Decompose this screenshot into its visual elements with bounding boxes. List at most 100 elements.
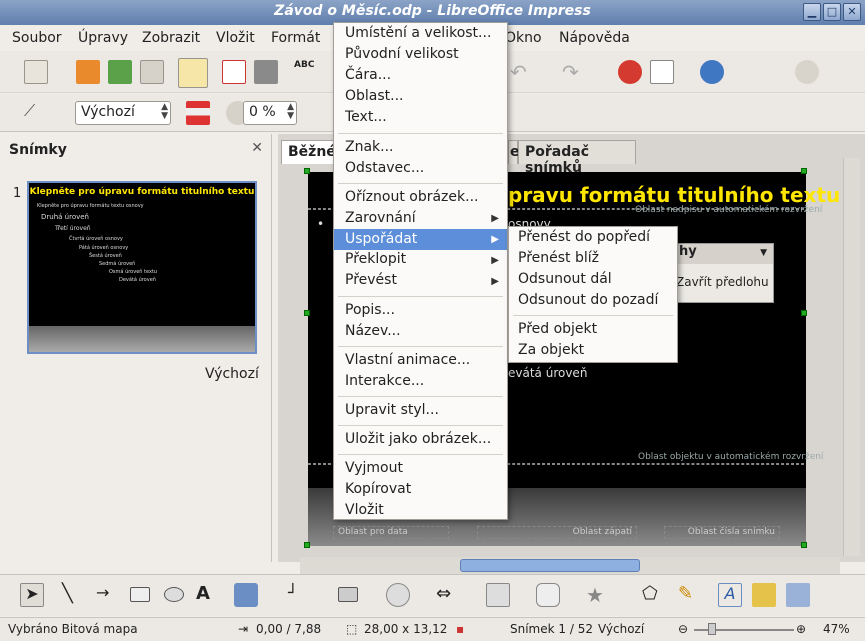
zoom-in-icon[interactable]: ⊕	[796, 622, 806, 636]
menu-convert[interactable]: Převést	[345, 272, 397, 288]
line-tool-icon[interactable]: ╲	[62, 583, 86, 607]
menu-bring-to-front[interactable]: Přenést do popředí	[518, 229, 650, 245]
export-pdf-icon[interactable]	[222, 60, 246, 84]
arrow-line-icon[interactable]: →	[96, 583, 120, 607]
ellipse-icon[interactable]	[164, 587, 184, 602]
menu-upravy[interactable]: Úpravy	[78, 30, 128, 46]
slide-thumbnail[interactable]: Klepněte pro úpravu formátu titulního te…	[27, 181, 257, 354]
menu-area[interactable]: Oblast...	[345, 88, 404, 104]
menu-edit-style[interactable]: Upravit styl...	[345, 402, 439, 418]
fontwork-icon[interactable]: A	[718, 583, 742, 607]
menu-name[interactable]: Název...	[345, 323, 401, 339]
menu-copy[interactable]: Kopírovat	[345, 481, 411, 497]
undo-icon[interactable]: ↶	[510, 60, 534, 84]
menu-text[interactable]: Text...	[345, 109, 387, 125]
menu-send-backward[interactable]: Odsunout dál	[518, 271, 612, 287]
style-combo[interactable]: Výchozí ▲ ▼	[75, 101, 171, 125]
points-icon[interactable]: ⬠	[642, 583, 666, 607]
minimize-icon[interactable]: ▁	[803, 3, 821, 21]
selection-handle[interactable]	[304, 310, 310, 316]
selection-handle[interactable]	[304, 542, 310, 548]
vertical-scrollbar[interactable]	[843, 158, 860, 556]
menu-format[interactable]: Formát	[271, 30, 320, 46]
menu-paste[interactable]: Vložit	[345, 502, 384, 518]
menu-crop-image[interactable]: Oříznout obrázek...	[345, 189, 478, 205]
menu-original-size[interactable]: Původní velikost	[345, 46, 459, 62]
menu-interaction[interactable]: Interakce...	[345, 373, 424, 389]
magic-wand-icon[interactable]: ⟋	[24, 101, 48, 125]
size-icon: ⬚	[346, 622, 358, 636]
help-icon[interactable]	[795, 60, 819, 84]
rectangle-icon[interactable]	[130, 587, 150, 602]
close-pane-icon[interactable]: ✕	[251, 140, 263, 156]
menu-okno[interactable]: Okno	[505, 30, 542, 46]
menu-soubor[interactable]: Soubor	[12, 30, 62, 46]
edit-mode-icon[interactable]	[178, 58, 208, 88]
dropdown-icon[interactable]: ▼	[760, 248, 767, 258]
menu-position-size[interactable]: Umístění a velikost...	[345, 25, 491, 41]
zoom-thumb[interactable]	[708, 623, 716, 635]
chart-icon[interactable]	[618, 60, 642, 84]
menu-custom-animation[interactable]: Vlastní animace...	[345, 352, 470, 368]
block-arrows-icon[interactable]: ⇔	[436, 583, 460, 607]
thumb-level-7: Sedmá úroveň	[99, 261, 136, 267]
date-area: Oblast pro data	[333, 526, 449, 539]
smiley-icon[interactable]	[386, 583, 410, 607]
menu-zobrazit[interactable]: Zobrazit	[142, 30, 200, 46]
selection-handle[interactable]	[801, 310, 807, 316]
connector-icon[interactable]: ┘	[288, 583, 312, 607]
menu-vlozit[interactable]: Vložit	[216, 30, 255, 46]
menu-send-to-back[interactable]: Odsunout do pozadí	[518, 292, 658, 308]
menu-description[interactable]: Popis...	[345, 302, 395, 318]
menu-alignment[interactable]: Zarovnání	[345, 210, 416, 226]
zoom-out-icon[interactable]: ⊖	[678, 622, 688, 636]
maximize-icon[interactable]: □	[823, 3, 841, 21]
menu-save-as-image[interactable]: Uložit jako obrázek...	[345, 431, 491, 447]
flowchart-icon[interactable]	[486, 583, 510, 607]
redo-icon[interactable]: ↷	[562, 60, 586, 84]
star-icon[interactable]: ★	[586, 583, 610, 607]
menu-character[interactable]: Znak...	[345, 139, 394, 155]
save-icon[interactable]	[108, 60, 132, 84]
menu-in-front-of-object[interactable]: Před objekt	[518, 321, 597, 337]
selection-handle[interactable]	[801, 168, 807, 174]
menu-napoveda[interactable]: Nápověda	[559, 30, 630, 46]
line-style-icon[interactable]	[186, 101, 210, 125]
print-icon[interactable]	[254, 60, 278, 84]
thumb-level-8: Osmá úroveň textu	[109, 269, 158, 275]
open-folder-icon[interactable]	[76, 60, 100, 84]
gallery-icon[interactable]	[786, 583, 810, 607]
glue-icon[interactable]: ✎	[678, 583, 702, 607]
tab-sorter[interactable]: Pořadač snímků	[518, 140, 636, 176]
transparency-field[interactable]: 0 % ▲ ▼	[243, 101, 297, 125]
thumb-level-4: Čtvrtá úroveň osnovy	[69, 236, 123, 242]
spellcheck-icon[interactable]: ABC	[294, 60, 318, 84]
menu-line[interactable]: Čára...	[345, 67, 391, 83]
tab-partial[interactable]: e	[508, 140, 520, 164]
select-arrow-icon[interactable]: ➤	[20, 583, 44, 607]
menu-behind-object[interactable]: Za objekt	[518, 342, 584, 358]
horizontal-scrollbar[interactable]	[300, 557, 840, 574]
from-file-icon[interactable]	[752, 583, 776, 607]
email-icon[interactable]	[140, 60, 164, 84]
basic-shapes-icon[interactable]	[338, 587, 358, 602]
globe-icon[interactable]	[700, 60, 724, 84]
new-document-icon[interactable]	[24, 60, 48, 84]
selection-handle[interactable]	[304, 168, 310, 174]
menu-paragraph[interactable]: Odstavec...	[345, 160, 424, 176]
tab-normal[interactable]: Běžné	[281, 140, 336, 164]
text-tool-icon[interactable]: A	[196, 583, 220, 607]
menu-separator	[338, 396, 503, 397]
menu-cut[interactable]: Vyjmout	[345, 460, 403, 476]
close-master-button[interactable]: Zavřít předlohu	[676, 275, 769, 289]
callout-icon[interactable]	[536, 583, 560, 607]
menu-arrange[interactable]: Uspořádat	[334, 229, 507, 250]
menu-flip[interactable]: Překlopit	[345, 251, 406, 267]
table-icon[interactable]	[650, 60, 674, 84]
number-area-label: Oblast čísla snímku	[687, 527, 775, 537]
close-window-icon[interactable]: ✕	[843, 3, 861, 21]
selection-handle[interactable]	[801, 542, 807, 548]
menu-bring-forward[interactable]: Přenést blíž	[518, 250, 599, 266]
scroll-thumb[interactable]	[460, 559, 640, 572]
curve-tool-icon[interactable]	[234, 583, 258, 607]
